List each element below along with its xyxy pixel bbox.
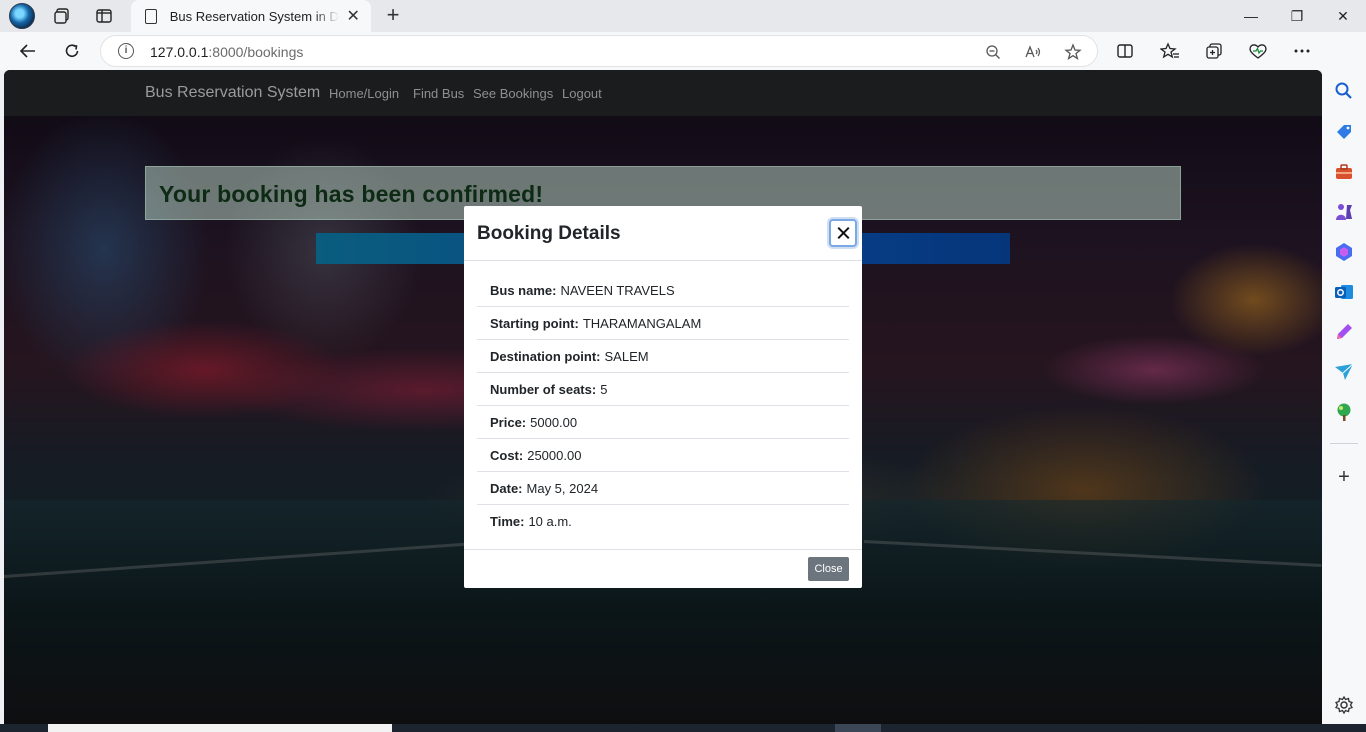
browser-toolbar: i 127.0.0.1:8000/bookings [0,32,1366,95]
info-icon[interactable]: i [118,43,134,59]
minimize-button[interactable]: — [1228,0,1274,32]
list-item-bus-name: Bus name: NAVEEN TRAVELS [477,274,849,307]
list-item-cost: Cost: 25000.00 [477,439,849,472]
settings-icon[interactable] [1333,694,1355,716]
detail-label: Price: [490,414,527,430]
new-tab-button[interactable]: + [381,4,405,28]
tree-icon[interactable] [1333,401,1355,423]
detail-label: Time: [490,514,525,529]
navbar: Bus Reservation System Home/Login Find B… [4,70,1322,116]
games-icon[interactable] [1333,201,1355,223]
profile-avatar[interactable] [9,3,35,29]
detail-value: THARAMANGALAM [582,315,702,331]
back-icon[interactable] [15,39,41,63]
list-item-date: Date: May 5, 2024 [477,472,849,505]
detail-value: 10 a.m. [528,514,572,529]
booking-details-list: Bus name: NAVEEN TRAVELS Starting point:… [477,274,849,538]
workspaces-icon[interactable] [49,4,75,28]
detail-label: Date: [490,480,523,496]
list-item-price: Price: 5000.00 [477,406,849,439]
nav-link-logout[interactable]: Logout [562,86,602,101]
url-text: 127.0.0.1:8000/bookings [150,44,304,60]
modal-close-icon[interactable] [829,219,857,247]
browser-essentials-icon[interactable] [1245,39,1271,63]
detail-value: 25000.00 [527,447,582,463]
detail-value: May 5, 2024 [526,480,599,496]
detail-label: Destination point: [490,348,601,364]
alert-message: Your booking has been confirmed! [159,181,544,207]
vertical-tabs-icon[interactable] [91,4,117,28]
detail-label: Bus name: [490,282,557,298]
search-icon[interactable] [1333,80,1355,102]
nav-link-find-bus[interactable]: Find Bus [413,86,464,101]
navbar-brand[interactable]: Bus Reservation System [145,84,320,102]
browser-tab-strip: Bus Reservation System in Django ✕ + — ❐… [0,0,1366,32]
refresh-icon[interactable] [59,39,85,63]
active-tab[interactable]: Bus Reservation System in Django ✕ [131,0,371,32]
add-icon[interactable]: + [1333,466,1355,488]
drop-icon[interactable] [1333,361,1355,383]
close-button[interactable]: Close [808,557,849,581]
microsoft365-icon[interactable] [1333,241,1355,263]
browser-sidebar: + [1322,70,1366,724]
list-item-time: Time: 10 a.m. [477,505,849,538]
booking-details-modal: Booking Details Bus name: NAVEEN TRAVELS… [464,206,862,588]
address-bar[interactable]: i 127.0.0.1:8000/bookings [100,35,1098,67]
detail-value: 5000.00 [530,414,578,430]
outlook-icon[interactable] [1333,281,1355,303]
more-icon[interactable] [1289,39,1315,63]
sidebar-divider [1330,443,1358,444]
designer-icon[interactable] [1333,321,1355,343]
detail-label: Starting point: [490,315,579,331]
zoom-out-icon[interactable] [983,42,1003,62]
shopping-icon[interactable] [1333,121,1355,143]
nav-link-home-login[interactable]: Home/Login [329,86,399,101]
read-aloud-icon[interactable] [1023,42,1043,62]
detail-label: Cost: [490,447,524,463]
list-item-starting-point: Starting point: THARAMANGALAM [477,307,849,340]
detail-value: NAVEEN TRAVELS [560,282,675,298]
tab-close-icon[interactable]: ✕ [345,6,361,26]
tools-icon[interactable] [1333,161,1355,183]
page-icon [145,8,157,24]
detail-value: 5 [600,381,608,397]
detail-label: Number of seats: [490,381,597,397]
restore-button[interactable]: ❐ [1274,0,1320,32]
favorite-star-icon[interactable] [1063,42,1083,62]
modal-title: Booking Details [477,223,621,244]
favorites-icon[interactable] [1157,39,1183,63]
nav-link-see-bookings[interactable]: See Bookings [473,86,553,101]
modal-footer: Close [464,549,862,588]
list-item-destination-point: Destination point: SALEM [477,340,849,373]
list-item-number-of-seats: Number of seats: 5 [477,373,849,406]
close-window-button[interactable]: ✕ [1320,0,1366,32]
collections-icon[interactable] [1201,39,1227,63]
tab-title: Bus Reservation System in Django [169,8,340,24]
modal-header: Booking Details [464,206,862,261]
taskbar-edge [0,724,1366,732]
detail-value: SALEM [604,348,649,364]
split-screen-icon[interactable] [1112,39,1138,63]
